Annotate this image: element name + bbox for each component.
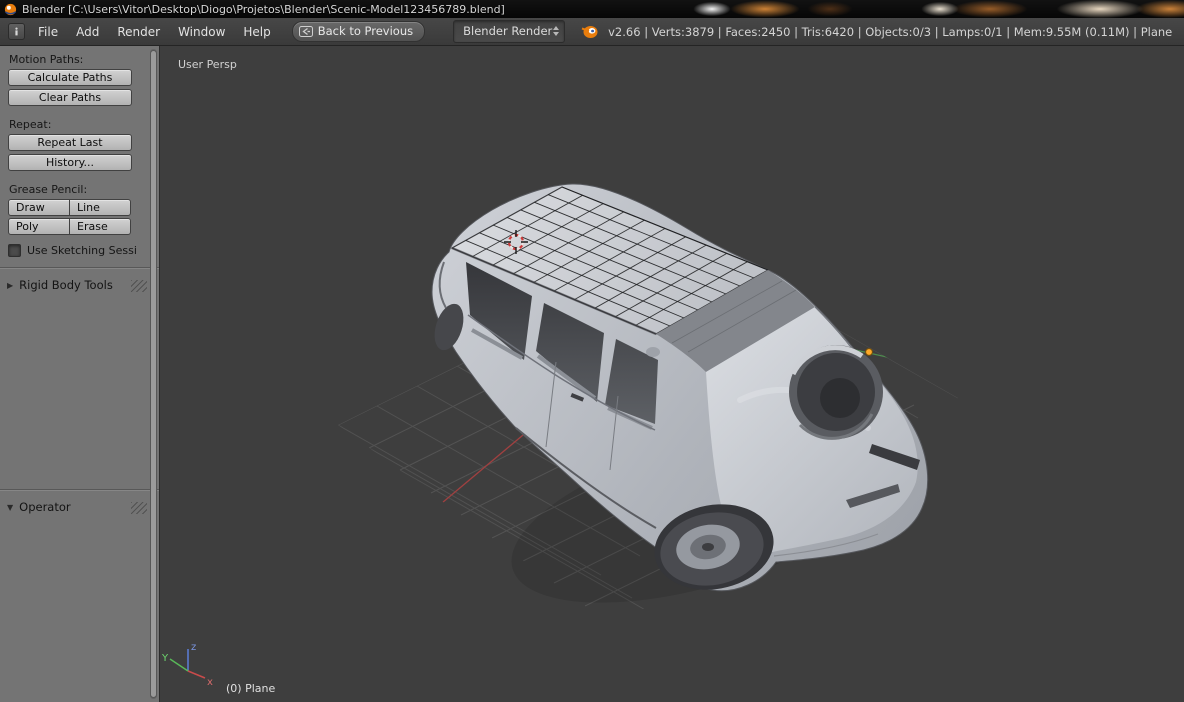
scene-statistics: v2.66 | Verts:3879 | Faces:2450 | Tris:6…	[608, 24, 1173, 39]
grease-pencil-label: Grease Pencil:	[9, 183, 88, 196]
panel-divider	[0, 267, 159, 269]
motion-paths-label: Motion Paths:	[9, 53, 84, 66]
chevron-right-icon: ▶	[7, 280, 14, 290]
viewport-3d[interactable]: Y z x User Persp (0) Plane	[160, 46, 1184, 702]
repeat-last-button[interactable]: Repeat Last	[8, 134, 132, 151]
panel-grip-icon	[131, 502, 147, 514]
use-sketching-label: Use Sketching Sessi	[27, 244, 137, 257]
repeat-label: Repeat:	[9, 118, 52, 131]
editor-type-icon[interactable]	[8, 23, 25, 40]
chevron-down-icon: ▼	[7, 502, 14, 512]
panel-grip-icon	[131, 280, 147, 292]
info-header: File Add Render Window Help Back to Prev…	[0, 18, 1184, 46]
axis-gizmo: Y z x	[161, 642, 213, 688]
scrollbar-thumb[interactable]	[150, 50, 157, 698]
grease-poly-button[interactable]: Poly	[8, 218, 70, 235]
blender-app-icon	[4, 3, 17, 16]
toolshelf-scrollbar[interactable]	[150, 49, 157, 699]
menu-render[interactable]: Render	[108, 21, 169, 43]
viewport-canvas[interactable]: Y z x	[160, 46, 1184, 702]
blender-logo-icon	[581, 24, 598, 39]
back-to-previous-button[interactable]: Back to Previous	[291, 21, 426, 42]
calculate-paths-button[interactable]: Calculate Paths	[8, 69, 132, 86]
grease-erase-button[interactable]: Erase	[69, 218, 131, 235]
rigid-body-tools-panel-header[interactable]: ▶ Rigid Body Tools	[7, 278, 159, 292]
use-sketching-sessions-row[interactable]: Use Sketching Sessi	[8, 244, 159, 257]
menu-file[interactable]: File	[29, 21, 67, 43]
grease-draw-button[interactable]: Draw	[8, 199, 70, 216]
axis-y-label: Y	[161, 653, 169, 664]
grease-line-button[interactable]: Line	[69, 199, 131, 216]
use-sketching-checkbox[interactable]	[8, 244, 21, 257]
operator-panel: ▼ Operator	[0, 489, 159, 514]
axis-z-label: z	[191, 642, 196, 653]
window-title: Blender [C:\Users\Vitor\Desktop\Diogo\Pr…	[22, 2, 505, 16]
tool-shelf: Motion Paths: Calculate Paths Clear Path…	[0, 46, 160, 702]
title-bar: Blender [C:\Users\Vitor\Desktop\Diogo\Pr…	[0, 0, 1184, 18]
panel-divider	[0, 489, 159, 491]
clear-paths-button[interactable]: Clear Paths	[8, 89, 132, 106]
axis-x-label: x	[207, 677, 213, 688]
menu-help[interactable]: Help	[234, 21, 279, 43]
view-perspective-label: User Persp	[178, 58, 237, 71]
operator-panel-header[interactable]: ▼ Operator	[7, 500, 159, 514]
front-far-wheel-arch	[789, 345, 883, 440]
updown-arrows-icon	[553, 26, 560, 36]
menu-add[interactable]: Add	[67, 21, 108, 43]
active-object-label: (0) Plane	[226, 682, 276, 695]
side-mirror	[646, 347, 660, 357]
object-origin-dot	[865, 348, 873, 356]
history-button[interactable]: History...	[8, 154, 132, 171]
car-model[interactable]	[429, 183, 929, 599]
render-engine-select[interactable]: Blender Render	[453, 20, 566, 43]
menu-window[interactable]: Window	[169, 21, 234, 43]
back-arrow-icon	[298, 25, 313, 37]
